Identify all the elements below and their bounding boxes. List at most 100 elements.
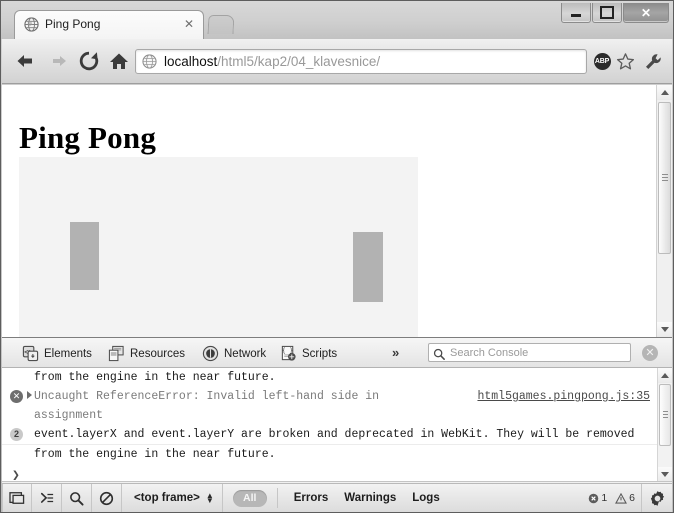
warning-count[interactable]: 6 bbox=[615, 492, 635, 504]
filter-all-button[interactable]: All bbox=[232, 489, 267, 507]
console-scroll-down-button[interactable] bbox=[658, 467, 672, 481]
tab-network[interactable]: Network bbox=[196, 340, 272, 367]
close-devtools-button[interactable]: ✕ bbox=[642, 345, 658, 361]
star-icon bbox=[616, 53, 634, 70]
back-button[interactable] bbox=[10, 47, 40, 75]
console-message-error[interactable]: ✕ Uncaught ReferenceError: Invalid left-… bbox=[2, 387, 672, 406]
console-message-warning[interactable]: 2 event.layerX and event.layerY are brok… bbox=[2, 425, 672, 445]
chrome-menu-button[interactable] bbox=[641, 50, 665, 73]
filter-warnings-button[interactable]: Warnings bbox=[344, 492, 396, 504]
console-scrollbar[interactable] bbox=[657, 368, 672, 481]
console-output[interactable]: from the engine in the near future. ✕ Un… bbox=[2, 368, 672, 482]
console-source-link[interactable]: html5games.pingpong.js:35 bbox=[477, 389, 650, 404]
tab-scripts-label: Scripts bbox=[302, 347, 338, 360]
window-controls: ✕ bbox=[560, 3, 669, 23]
site-globe-icon bbox=[142, 54, 157, 69]
page-title: Ping Pong bbox=[19, 119, 157, 155]
stepper-icon: ▲ ▼ bbox=[205, 491, 214, 505]
chevron-up-icon bbox=[660, 90, 669, 95]
devtools-settings-button[interactable] bbox=[641, 484, 672, 512]
gear-icon bbox=[650, 490, 664, 506]
disclosure-triangle-icon[interactable] bbox=[27, 391, 32, 399]
adblock-plus-button[interactable]: ABP bbox=[590, 50, 614, 73]
scrollbar-grip-icon bbox=[663, 411, 668, 420]
warning-count-value: 6 bbox=[629, 492, 635, 504]
show-console-icon bbox=[40, 492, 53, 503]
wrench-icon bbox=[646, 53, 661, 69]
home-icon bbox=[110, 53, 128, 69]
close-window-button[interactable]: ✕ bbox=[623, 3, 669, 23]
scroll-up-button[interactable] bbox=[657, 85, 672, 100]
clear-console-button[interactable] bbox=[92, 484, 122, 512]
filter-errors-button[interactable]: Errors bbox=[294, 492, 329, 504]
close-icon: ✕ bbox=[640, 5, 652, 20]
url-path: /html5/kap2/04_klavesnice/ bbox=[217, 54, 381, 69]
dock-to-side-button[interactable] bbox=[2, 484, 32, 512]
repeat-count-badge: 2 bbox=[10, 428, 23, 441]
search-button[interactable] bbox=[62, 484, 92, 512]
minimize-button[interactable] bbox=[561, 3, 591, 23]
maximize-button[interactable] bbox=[592, 3, 622, 23]
resources-icon bbox=[108, 345, 125, 362]
left-paddle bbox=[70, 222, 99, 290]
page-scrollbar-thumb[interactable] bbox=[658, 102, 671, 254]
title-bar: ✕ Ping Pong ✕ bbox=[1, 1, 673, 39]
reload-icon bbox=[79, 51, 99, 71]
tab-elements-label: Elements bbox=[44, 347, 92, 360]
console-message-continuation: from the engine in the near future. bbox=[2, 368, 672, 387]
search-icon bbox=[433, 347, 445, 360]
back-arrow-icon bbox=[17, 55, 32, 67]
forward-button[interactable] bbox=[44, 47, 74, 75]
pingpong-game-canvas[interactable] bbox=[19, 157, 418, 337]
page-viewport: Ping Pong bbox=[2, 85, 672, 337]
address-bar-url: localhost/html5/kap2/04_klavesnice/ bbox=[164, 54, 380, 69]
console-scrollbar-thumb[interactable] bbox=[659, 384, 671, 446]
tab-elements[interactable]: <> Elements bbox=[16, 340, 98, 367]
tab-scripts[interactable]: { } Scripts bbox=[274, 340, 343, 367]
issue-counts: 1 6 bbox=[580, 492, 641, 504]
new-tab-button[interactable] bbox=[207, 15, 235, 34]
console-warning-text-line2: from the engine in the near future. bbox=[34, 448, 276, 461]
error-count[interactable]: 1 bbox=[588, 492, 607, 504]
more-panels-button[interactable]: » bbox=[392, 345, 399, 360]
tab-resources[interactable]: Resources bbox=[102, 340, 191, 367]
right-paddle bbox=[353, 232, 383, 302]
forward-arrow-icon bbox=[53, 56, 66, 66]
clear-console-icon bbox=[99, 491, 114, 505]
console-prompt-caret-icon: ❯ bbox=[12, 468, 20, 482]
error-count-value: 1 bbox=[601, 492, 608, 504]
warning-icon bbox=[615, 492, 628, 504]
show-console-button[interactable] bbox=[32, 484, 62, 512]
reload-button[interactable] bbox=[74, 47, 104, 75]
dock-to-side-icon bbox=[9, 492, 25, 504]
abp-icon: ABP bbox=[593, 53, 611, 70]
console-error-text: Uncaught ReferenceError: Invalid left-ha… bbox=[34, 390, 380, 403]
error-icon bbox=[589, 493, 599, 503]
scrollbar-grip-icon bbox=[662, 174, 668, 182]
browser-window: ✕ Ping Pong ✕ localhost/html5/kap2/04_kl… bbox=[0, 0, 674, 513]
url-host: localhost bbox=[164, 54, 218, 69]
console-scroll-up-button[interactable] bbox=[658, 368, 672, 383]
globe-icon bbox=[24, 17, 39, 32]
minimize-icon bbox=[571, 14, 581, 17]
chevron-up-icon bbox=[661, 373, 669, 378]
console-warning-text: event.layerX and event.layerY are broken… bbox=[34, 428, 635, 441]
tab-close-icon[interactable]: ✕ bbox=[183, 18, 195, 30]
chevron-down-icon bbox=[661, 472, 669, 477]
search-console-placeholder: Search Console bbox=[450, 346, 529, 359]
home-button[interactable] bbox=[104, 47, 134, 75]
frame-selector[interactable]: <top frame> ▲ ▼ bbox=[122, 484, 223, 512]
console-message-error-line2: assignment bbox=[2, 406, 672, 425]
console-prompt[interactable]: ❯ bbox=[2, 464, 672, 482]
elements-icon: <> bbox=[22, 345, 39, 362]
page-scrollbar[interactable] bbox=[656, 85, 672, 337]
maximize-icon bbox=[600, 6, 614, 19]
bookmark-button[interactable] bbox=[613, 50, 637, 73]
browser-tab[interactable]: Ping Pong ✕ bbox=[14, 10, 204, 39]
filter-logs-button[interactable]: Logs bbox=[412, 492, 439, 504]
search-console-input[interactable]: Search Console bbox=[428, 343, 631, 362]
search-icon bbox=[70, 491, 84, 506]
address-bar[interactable]: localhost/html5/kap2/04_klavesnice/ bbox=[135, 49, 587, 74]
devtools-status-bar: <top frame> ▲ ▼ All Errors Warnings Logs … bbox=[2, 483, 672, 512]
status-separator bbox=[276, 488, 278, 508]
